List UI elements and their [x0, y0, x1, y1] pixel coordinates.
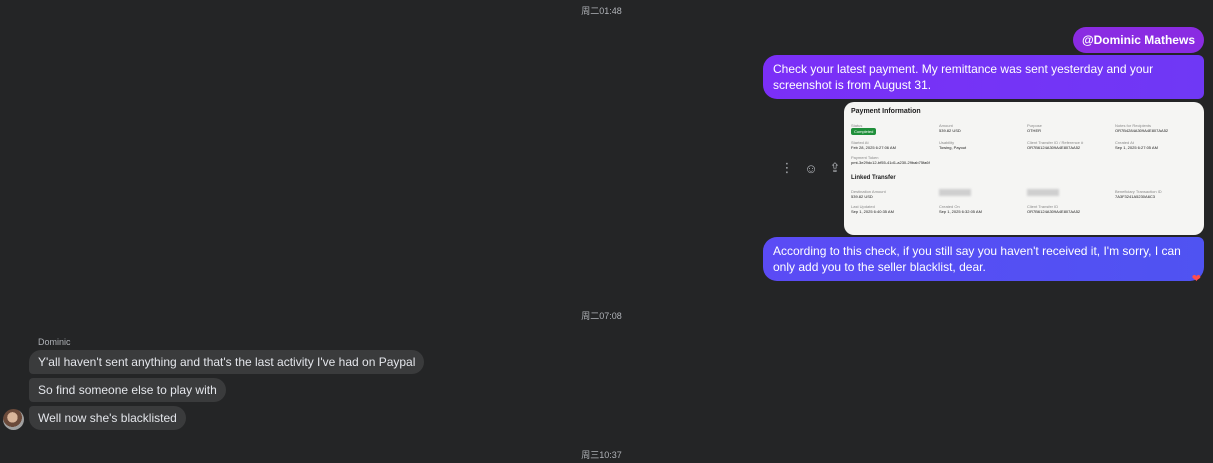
message-actions: ⋮ ☺ ⇪: [780, 160, 842, 176]
status-badge: Completed: [851, 128, 877, 135]
info-cell: Client Transfer ID / Reference # OR7B612…: [1027, 140, 1084, 150]
info-cell: Destination Amount 539.82 USD: [851, 189, 886, 199]
share-icon[interactable]: ⇪: [828, 160, 842, 176]
more-options-icon[interactable]: ⋮: [780, 160, 794, 176]
linked-transfer-grid: Destination Amount 539.82 USD Beneficiar…: [851, 189, 1197, 214]
mention-bubble[interactable]: @Dominic Mathews: [1072, 27, 1204, 53]
info-cell: Created On Sep 1, 2025 6:32:05 AM: [939, 204, 982, 214]
redacted-block: [939, 189, 971, 196]
info-cell: Amount 539.82 USD: [939, 123, 961, 133]
payment-info-grid: Status Completed Amount 539.82 USD Purpo…: [851, 123, 1197, 165]
incoming-message[interactable]: So find someone else to play with: [29, 378, 226, 402]
info-cell: Client Transfer ID OR7B6124A309A4E807AA5…: [1027, 204, 1081, 214]
sender-name: Dominic: [38, 337, 71, 347]
payment-screenshot-image[interactable]: Payment Information Status Completed Amo…: [844, 102, 1204, 235]
timestamp: 周二07:08: [581, 311, 622, 321]
info-cell: Created At Sep 1, 2025 6:27:05 AM: [1115, 140, 1158, 150]
avatar[interactable]: [3, 409, 24, 430]
incoming-message[interactable]: Well now she's blacklisted: [29, 406, 186, 430]
react-emoji-icon[interactable]: ☺: [804, 161, 818, 176]
chat-window: 周二01:48 @Dominic Mathews Check your late…: [0, 0, 1213, 463]
outgoing-message[interactable]: According to this check, if you still sa…: [763, 237, 1204, 281]
timestamp: 周三10:37: [581, 450, 622, 460]
info-cell: Notes for Recipients OR7B4284A309A4E807A…: [1115, 123, 1169, 133]
info-cell: Last Updated Sep 1, 2025 6:40:35 AM: [851, 204, 894, 214]
screenshot-title: Payment Information: [851, 108, 921, 115]
linked-transfer-title: Linked Transfer: [851, 175, 896, 181]
heart-reaction-icon[interactable]: ❤: [1192, 272, 1201, 285]
info-cell: Started At Feb 28, 2025 6:27:06 AM: [851, 140, 896, 150]
info-cell: Status Completed: [851, 123, 933, 135]
info-cell: Payment Token pmt-3e29dc12-bf55-41d1-a23…: [851, 155, 930, 165]
info-cell: Purpose OTHER: [1027, 123, 1042, 133]
incoming-message[interactable]: Y'all haven't sent anything and that's t…: [29, 350, 425, 374]
timestamp: 周二01:48: [581, 6, 622, 16]
info-cell: Beneficiary Transaction ID 7A3F3241A5230…: [1115, 189, 1162, 199]
redacted-cell: [1027, 189, 1109, 199]
info-cell: Usability Towing, Payout: [939, 140, 967, 150]
outgoing-message[interactable]: Check your latest payment. My remittance…: [763, 55, 1204, 99]
redacted-cell: [939, 189, 1021, 199]
redacted-block: [1027, 189, 1059, 196]
